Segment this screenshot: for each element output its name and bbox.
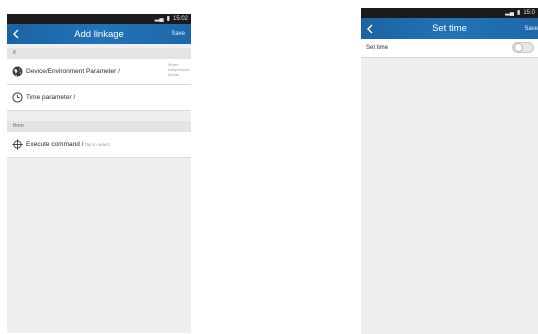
add-linkage-screen: ▂▄ ▮ 15:02 Add linkage Save if Device/En… [7, 14, 191, 333]
signal-icon: ▂▄ [505, 10, 514, 16]
battery-icon: ▮ [517, 10, 521, 16]
set-time-row: Set time [361, 39, 538, 58]
chevron-left-icon [367, 24, 373, 33]
nav-bar: Add linkage Save [7, 24, 191, 44]
then-section-label: then [7, 121, 191, 132]
status-bar: ▂▄ ▮ 15:0 [361, 8, 538, 18]
time-parameter-row[interactable]: Time parameter / [7, 85, 191, 111]
save-button[interactable]: Save [171, 31, 185, 37]
page-title: Add linkage [74, 28, 124, 40]
execute-command-hint: Tap to select [84, 142, 110, 147]
set-time-toggle[interactable] [512, 42, 534, 53]
status-bar: ▂▄ ▮ 15:02 [7, 14, 191, 24]
set-time-label: Set time [366, 45, 389, 51]
status-time: 15:02 [172, 16, 188, 22]
clock-icon [12, 92, 23, 103]
execute-command-label: Execute command / [26, 141, 84, 148]
toggle-knob [514, 43, 523, 52]
signal-icon: ▂▄ [154, 16, 164, 22]
globe-icon [12, 66, 23, 77]
device-parameter-label: Device/Environment Parameter / [26, 68, 120, 75]
time-parameter-label: Time parameter / [26, 94, 76, 101]
device-parameter-hint: When baby/sensor Model [168, 62, 190, 77]
page-title: Set time [432, 23, 467, 34]
crosshair-icon [12, 139, 23, 150]
status-time: 15:0 [523, 10, 535, 16]
chevron-left-icon [13, 29, 19, 39]
device-parameter-row[interactable]: Device/Environment Parameter / When baby… [7, 59, 191, 85]
save-button[interactable]: Save [524, 26, 538, 32]
if-section-label: if [7, 48, 191, 59]
battery-icon: ▮ [166, 16, 170, 22]
execute-command-row[interactable]: Execute command / Tap to select [7, 132, 191, 158]
set-time-screen: ▂▄ ▮ 15:0 Set time Save Set time [361, 8, 538, 334]
back-button[interactable] [361, 19, 379, 39]
nav-bar: Set time Save [361, 18, 538, 39]
back-button[interactable] [7, 24, 25, 44]
